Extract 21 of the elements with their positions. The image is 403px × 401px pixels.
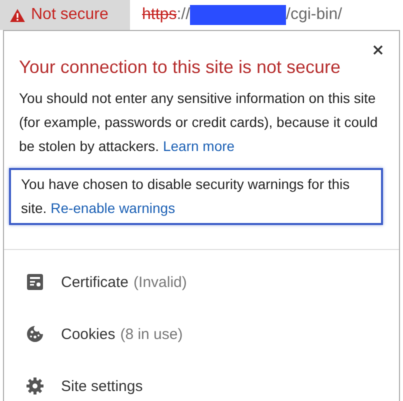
site-info-item[interactable]: Cookies [61,326,116,342]
popup-title: Your connection to this site is not secure [19,57,342,78]
site-info-item[interactable]: Certificate [61,274,129,290]
cookie-icon [26,325,44,343]
item-detail: (8 in use) [120,326,183,342]
re-enable-warnings-link[interactable]: Re-enable warnings [50,200,176,216]
site-info-item[interactable]: Site settings [61,378,143,394]
settings-icon [26,377,44,395]
warning-icon [10,8,25,22]
not-secure-label: Not secure [31,6,108,24]
warning-message: You should not enter any sensitive information on this site (for example, passwords or credit cards), because it could be stolen by attackers. Learn more [19,89,379,156]
security-warnings-notice: You have chosen to disable security warnings for this site. Re-enable warnings [9,168,383,225]
item-detail: (Invalid) [134,274,187,290]
close-button[interactable] [371,43,385,57]
url-path: /cgi-bin/ [286,6,342,24]
url-separator: :// [176,6,190,24]
security-chip[interactable]: Not secure [0,0,130,30]
learn-more-link[interactable]: Learn more [162,138,235,154]
close-icon [373,45,383,55]
certificate-icon [26,273,44,291]
url-scheme: https [142,6,177,24]
